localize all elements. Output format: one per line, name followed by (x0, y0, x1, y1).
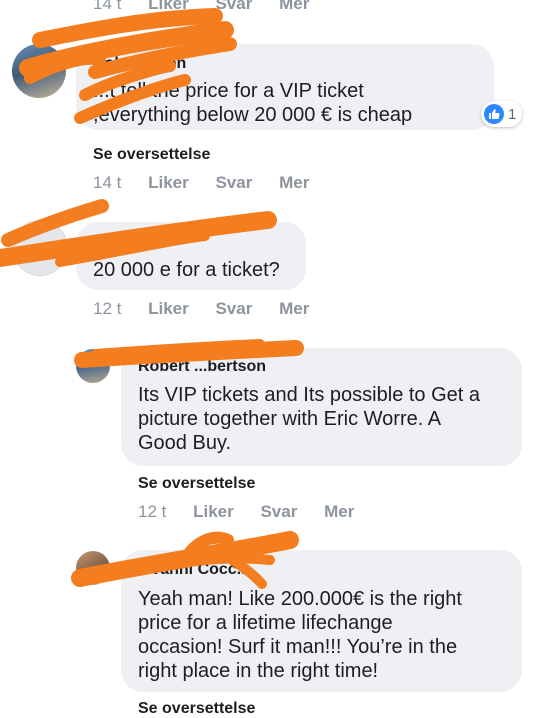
comment-author[interactable]: ...ckly (93, 232, 137, 250)
more-link[interactable]: Mer (324, 502, 354, 522)
comment-actions-top: 14 t Liker Svar Mer (93, 0, 331, 14)
comment-actions: 12 t Liker Svar Mer (138, 502, 376, 522)
comment-author[interactable]: Robert ... on (93, 55, 186, 73)
comment-text-line: ...t tell the price for a VIP ticket (93, 80, 364, 102)
reaction-badge[interactable]: 1 (481, 101, 523, 127)
avatar[interactable] (76, 349, 110, 383)
comment-actions: 12 t Liker Svar Mer (93, 299, 331, 319)
like-link[interactable]: Liker (193, 502, 234, 522)
more-link[interactable]: Mer (279, 0, 309, 14)
reply-link[interactable]: Svar (215, 0, 252, 14)
see-translation-link[interactable]: Se oversettelse (138, 475, 255, 493)
see-translation-link[interactable]: Se oversettelse (138, 700, 255, 718)
comment-author[interactable]: Robert ...bertson (138, 358, 266, 376)
timestamp: 12 t (93, 299, 122, 318)
thumbs-up-icon (484, 104, 504, 124)
like-link[interactable]: Liker (148, 299, 189, 319)
timestamp: 12 t (138, 502, 167, 521)
like-link[interactable]: Liker (148, 0, 189, 14)
comment-author[interactable]: ...vanni Cocc... (138, 561, 250, 579)
comment-text-line: 20 000 e for a ticket? (93, 259, 280, 281)
reply-link[interactable]: Svar (215, 173, 252, 193)
comment-text-line: Its VIP tickets and Its possible to Get … (138, 384, 481, 406)
comment-text-line: ,everything below 20 000 € is cheap (93, 104, 413, 126)
comment-text-line: occasion! Surf it man!!! You’re in the (138, 636, 458, 658)
more-link[interactable]: Mer (279, 299, 309, 319)
reply-link[interactable]: Svar (215, 299, 252, 319)
see-translation-link[interactable]: Se oversettelse (93, 146, 210, 164)
avatar[interactable] (12, 44, 66, 98)
redaction-stroke (32, 8, 223, 48)
like-link[interactable]: Liker (148, 173, 189, 193)
avatar[interactable] (12, 220, 68, 276)
reply-link[interactable]: Svar (260, 502, 297, 522)
timestamp: 14 t (93, 173, 122, 192)
reaction-count: 1 (508, 105, 517, 123)
comment-text-line: picture together with Eric Worre. A (138, 408, 442, 430)
avatar[interactable] (76, 551, 110, 585)
timestamp: 14 t (93, 0, 122, 13)
more-link[interactable]: Mer (279, 173, 309, 193)
comment-text-line: Good Buy. (138, 432, 232, 454)
comment-text-line: price for a lifetime lifechange (138, 612, 393, 634)
comment-text-line: Yeah man! Like 200.000€ is the right (138, 588, 462, 610)
comment-actions: 14 t Liker Svar Mer (93, 173, 331, 193)
comment-text-line: right place in the right time! (138, 660, 379, 682)
